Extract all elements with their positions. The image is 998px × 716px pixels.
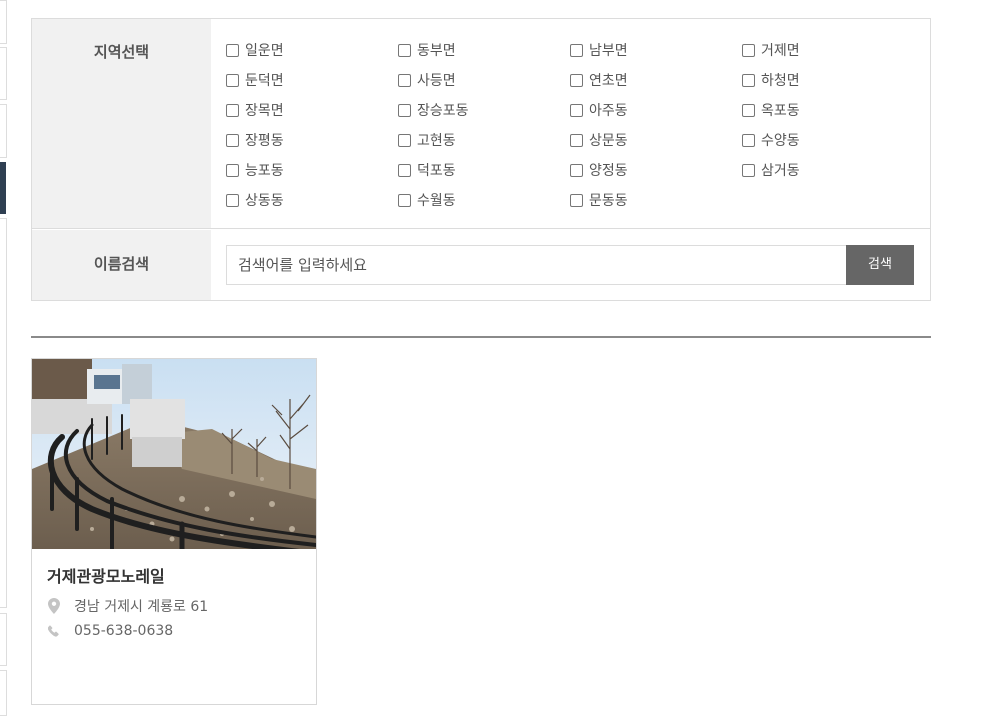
region-option-label: 하청면 xyxy=(761,73,800,89)
region-checkbox[interactable] xyxy=(570,43,583,57)
region-option-label: 수양동 xyxy=(761,133,800,149)
region-option[interactable]: 상동동 xyxy=(226,190,398,210)
region-option-label: 문동동 xyxy=(589,193,628,209)
map-pin-icon xyxy=(47,598,61,614)
region-option-label: 고현동 xyxy=(417,133,456,149)
region-option[interactable]: 양정동 xyxy=(570,160,742,180)
region-checkbox[interactable] xyxy=(398,193,411,207)
region-option-label: 사등면 xyxy=(417,73,456,89)
region-checkbox-grid: 일운면 동부면 남부면 거제면둔덕면 사등면 연초면 하청면장목면 장승포동 아주동 옥포동장평동… xyxy=(226,40,914,220)
region-option-label: 장평동 xyxy=(245,133,284,149)
region-checkbox[interactable] xyxy=(742,73,755,87)
region-option[interactable]: 사등면 xyxy=(398,70,570,90)
region-checkbox[interactable] xyxy=(226,163,239,177)
region-checkbox[interactable] xyxy=(398,163,411,177)
region-checkbox[interactable] xyxy=(226,103,239,117)
region-option[interactable]: 동부면 xyxy=(398,40,570,60)
region-filter-label: 지역선택 xyxy=(32,19,211,228)
region-option[interactable]: 둔덕면 xyxy=(226,70,398,90)
region-option[interactable]: 옥포동 xyxy=(742,100,914,120)
region-option[interactable]: 거제면 xyxy=(742,40,914,60)
region-checkbox[interactable] xyxy=(742,163,755,177)
region-checkbox[interactable] xyxy=(570,193,583,207)
region-option-label: 능포동 xyxy=(245,163,284,179)
region-option-label: 남부면 xyxy=(589,43,628,59)
region-option[interactable]: 삼거동 xyxy=(742,160,914,180)
region-checkbox[interactable] xyxy=(226,73,239,87)
region-option[interactable]: 하청면 xyxy=(742,70,914,90)
region-option[interactable]: 장승포동 xyxy=(398,100,570,120)
filter-panel: 지역선택 일운면 동부면 남부면 거제면둔덕면 사등면 연초면 하청면장목면 장승포동 아주동 옥… xyxy=(31,18,931,301)
region-option[interactable]: 고현동 xyxy=(398,130,570,150)
region-option-label: 연초면 xyxy=(589,73,628,89)
region-option-label: 둔덕면 xyxy=(245,73,284,89)
side-menu-fragment[interactable] xyxy=(0,218,7,608)
name-search-label: 이름검색 xyxy=(32,230,211,300)
region-option-label: 동부면 xyxy=(417,43,456,59)
region-option[interactable]: 연초면 xyxy=(570,70,742,90)
region-option[interactable]: 장목면 xyxy=(226,100,398,120)
region-checkbox[interactable] xyxy=(570,163,583,177)
region-option-label: 거제면 xyxy=(761,43,800,59)
region-option[interactable]: 문동동 xyxy=(570,190,742,210)
name-search-row: 이름검색 검색어를 입력하세요 검색 xyxy=(32,230,930,300)
results-divider xyxy=(31,336,931,338)
side-menu-active-marker[interactable] xyxy=(0,162,6,214)
side-menu-fragment[interactable] xyxy=(0,47,7,100)
search-button[interactable]: 검색 xyxy=(846,245,914,285)
region-option-label: 일운면 xyxy=(245,43,284,59)
side-menu-fragment[interactable] xyxy=(0,0,7,44)
region-checkbox[interactable] xyxy=(398,43,411,57)
region-checkbox[interactable] xyxy=(226,43,239,57)
region-option[interactable]: 장평동 xyxy=(226,130,398,150)
region-checkbox[interactable] xyxy=(226,193,239,207)
region-option[interactable]: 아주동 xyxy=(570,100,742,120)
region-option[interactable]: 일운면 xyxy=(226,40,398,60)
region-option-label: 상문동 xyxy=(589,133,628,149)
region-option-label: 덕포동 xyxy=(417,163,456,179)
region-option[interactable]: 남부면 xyxy=(570,40,742,60)
region-option-label: 아주동 xyxy=(589,103,628,119)
side-menu-fragment[interactable] xyxy=(0,104,7,158)
region-filter-body: 일운면 동부면 남부면 거제면둔덕면 사등면 연초면 하청면장목면 장승포동 아주동 옥포동장평동… xyxy=(211,19,930,228)
region-option-label: 옥포동 xyxy=(761,103,800,119)
region-option-label: 양정동 xyxy=(589,163,628,179)
region-checkbox[interactable] xyxy=(742,133,755,147)
region-checkbox[interactable] xyxy=(398,133,411,147)
side-menu-fragment[interactable] xyxy=(0,670,7,716)
card-address: 경남 거제시 계룡로 61 xyxy=(47,596,208,616)
card-phone: 055-638-0638 xyxy=(47,623,173,639)
search-input[interactable]: 검색어를 입력하세요 xyxy=(226,245,846,285)
region-checkbox[interactable] xyxy=(398,73,411,87)
region-option[interactable]: 상문동 xyxy=(570,130,742,150)
region-option-label: 상동동 xyxy=(245,193,284,209)
region-option[interactable]: 덕포동 xyxy=(398,160,570,180)
card-title[interactable]: 거제관광모노레일 xyxy=(47,563,165,587)
region-checkbox[interactable] xyxy=(742,43,755,57)
region-option-label: 삼거동 xyxy=(761,163,800,179)
region-option[interactable]: 능포동 xyxy=(226,160,398,180)
region-checkbox[interactable] xyxy=(570,133,583,147)
result-card[interactable]: 거제관광모노레일 경남 거제시 계룡로 61 055-638-0638 xyxy=(31,358,317,705)
phone-icon xyxy=(47,623,61,639)
region-checkbox[interactable] xyxy=(226,133,239,147)
side-menu-fragment[interactable] xyxy=(0,613,7,666)
region-option-label: 장승포동 xyxy=(417,103,469,119)
region-option[interactable]: 수월동 xyxy=(398,190,570,210)
card-photo[interactable] xyxy=(32,359,316,549)
region-option-label: 장목면 xyxy=(245,103,284,119)
card-address-text: 경남 거제시 계룡로 61 xyxy=(74,599,209,615)
region-option-label: 수월동 xyxy=(417,193,456,209)
region-filter-row: 지역선택 일운면 동부면 남부면 거제면둔덕면 사등면 연초면 하청면장목면 장승포동 아주동 옥… xyxy=(32,19,930,229)
name-search-body: 검색어를 입력하세요 검색 xyxy=(211,230,930,300)
card-phone-text: 055-638-0638 xyxy=(74,623,174,639)
monorail-photo xyxy=(32,359,316,549)
region-option[interactable]: 수양동 xyxy=(742,130,914,150)
region-checkbox[interactable] xyxy=(398,103,411,117)
region-checkbox[interactable] xyxy=(742,103,755,117)
region-checkbox[interactable] xyxy=(570,73,583,87)
region-checkbox[interactable] xyxy=(570,103,583,117)
